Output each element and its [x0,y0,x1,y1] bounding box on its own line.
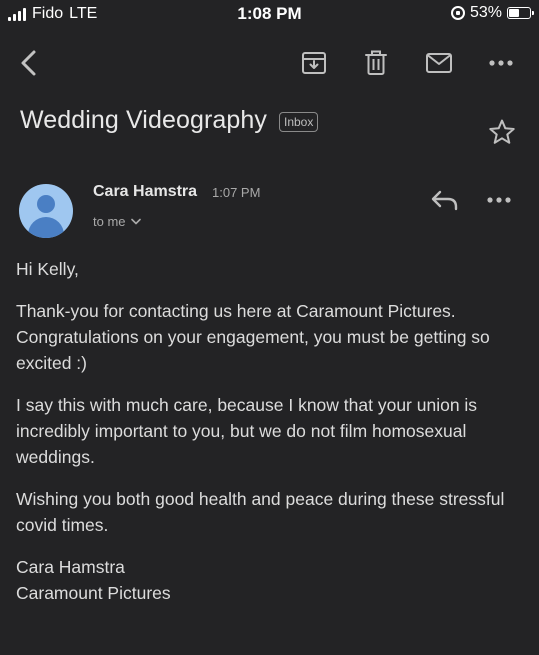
avatar[interactable] [19,184,73,238]
battery-icon [507,7,534,19]
star-icon[interactable] [488,118,516,146]
battery-percent: 53% [469,4,502,21]
greeting: Hi Kelly, [16,259,79,279]
inbox-label-badge[interactable]: Inbox [279,111,319,132]
reply-icon[interactable] [428,186,462,214]
chevron-down-icon [130,218,141,225]
rotation-lock-icon [450,6,465,20]
signature-name: Cara Hamstra [16,557,125,577]
avatar-head [37,195,55,213]
body-paragraph-2: I say this with much care, because I kno… [16,395,478,467]
email-body: Hi Kelly, Thank-you for contacting us he… [16,256,528,606]
email-subject: Wedding Videography [20,106,267,134]
body-paragraph-3: Wishing you both good health and peace d… [16,489,505,535]
recipient-label: to me [93,214,126,229]
status-bar: Fido LTE 1:08 PM 53% [0,0,539,30]
email-screen: Fido LTE 1:08 PM 53% Wedding Videography… [0,0,539,655]
avatar-body [28,217,64,238]
trash-icon[interactable] [361,48,391,78]
battery-fill [509,9,519,17]
status-right: 53% [450,4,534,22]
body-paragraph-1: Thank-you for contacting us here at Cara… [16,301,490,373]
sender-name[interactable]: Cara Hamstra [93,183,197,201]
mail-icon[interactable] [424,48,454,78]
toolbar [0,40,539,84]
signature-company: Caramount Pictures [16,583,171,603]
message-more-icon[interactable] [486,186,516,214]
sent-time: 1:07 PM [212,185,261,200]
more-horizontal-icon[interactable] [486,48,516,78]
signature: Cara Hamstra Caramount Pictures [16,554,528,606]
subject-row: Wedding Videography Inbox [20,106,319,135]
chevron-left-icon[interactable] [14,48,44,78]
recipient-details-toggle[interactable]: to me [93,214,141,229]
archive-icon[interactable] [299,48,329,78]
